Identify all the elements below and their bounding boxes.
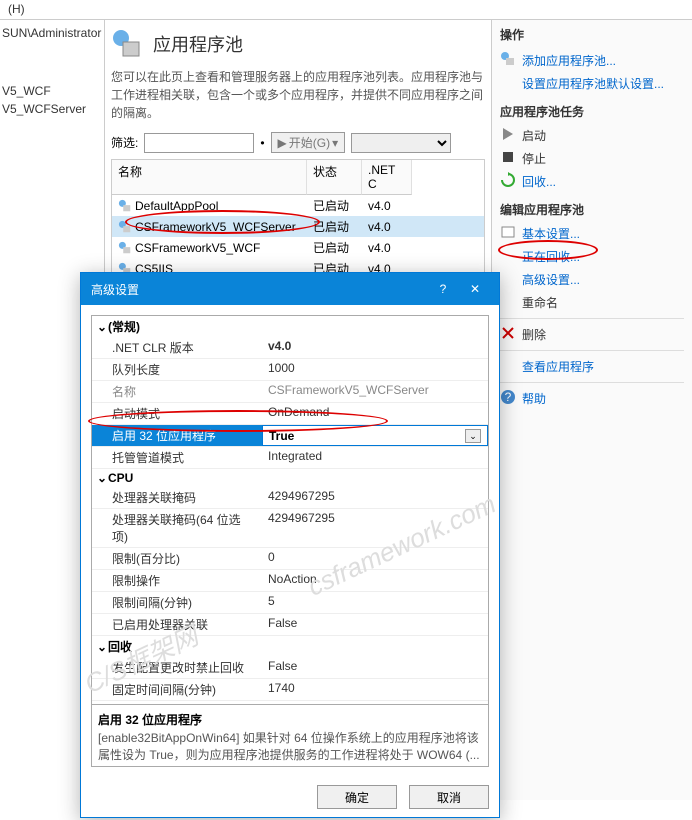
collapse-icon[interactable]: ⌄ [96,471,108,485]
table-row[interactable]: CSFrameworkV5_WCF 已启动 v4.0 [112,237,484,258]
category-cpu[interactable]: ⌄CPU [92,469,488,487]
tasks-heading: 应用程序池任务 [500,103,684,120]
grid-body: DefaultAppPool 已启动 v4.0 CSFrameworkV5_WC… [111,195,485,280]
prop-row[interactable]: 固定时间间隔(分钟)1740 [92,679,488,701]
col-state[interactable]: 状态 [307,160,362,195]
prop-row[interactable]: 启动模式OnDemand [92,403,488,425]
page-title: 应用程序池 [153,31,243,57]
center-header: 应用程序池 [111,28,485,60]
ok-button[interactable]: 确定 [317,785,397,809]
settings-icon [500,224,516,240]
dialog-body: ⌄(常规) .NET CLR 版本v4.0 队列长度1000 名称CSFrame… [81,305,499,777]
start-button[interactable]: ▶开始(G) ▾ [271,132,346,153]
help-link[interactable]: ?帮助 [500,387,684,410]
recycling-link[interactable]: 正在回收... [500,245,684,268]
group-select[interactable] [351,133,451,153]
dialog-title: 高级设置 [91,281,139,298]
actions-panel: 操作 添加应用程序池... 设置应用程序池默认设置... 应用程序池任务 启动 … [492,20,692,800]
prop-row[interactable]: 处理器关联掩码4294967295 [92,487,488,509]
page-description: 您可以在此页上查看和管理服务器上的应用程序池列表。应用程序池与工作进程相关联，包… [111,68,485,122]
delete-icon [500,325,516,341]
desc-title: 启用 32 位应用程序 [98,711,482,728]
help-button[interactable]: ? [429,279,457,299]
prop-row[interactable]: 名称CSFrameworkV5_WCFServer [92,381,488,403]
cancel-button[interactable]: 取消 [409,785,489,809]
recycle-link[interactable]: 回收... [500,170,684,193]
prop-row[interactable]: 限制间隔(分钟)5 [92,592,488,614]
help-icon: ? [500,389,516,405]
prop-row[interactable]: 托管管道模式Integrated [92,447,488,469]
pool-icon [118,241,132,255]
tree-item[interactable]: V5_WCFServer [2,100,102,118]
filter-input[interactable] [144,133,254,153]
filter-label: 筛选: [111,134,138,151]
prop-row-enable32[interactable]: 启用 32 位应用程序True⌄ [92,425,488,447]
pool-icon [118,220,132,234]
advanced-settings-link[interactable]: 高级设置... [500,268,684,291]
app-pool-icon [111,28,143,60]
dropdown-arrow-icon[interactable]: ⌄ [465,429,481,443]
dialog-titlebar[interactable]: 高级设置 ? ✕ [81,273,499,305]
category-recycle[interactable]: ⌄回收 [92,636,488,657]
view-apps-link[interactable]: 查看应用程序 [500,355,684,378]
prop-row[interactable]: 处理器关联掩码(64 位选项)4294967295 [92,509,488,548]
prop-row[interactable]: .NET CLR 版本v4.0 [92,337,488,359]
filter-row: 筛选: • ▶开始(G) ▾ [111,132,485,153]
tree-item[interactable]: V5_WCF [2,82,102,100]
defaults-link[interactable]: 设置应用程序池默认设置... [500,72,684,95]
dialog-buttons: 确定 取消 [81,777,499,817]
property-grid[interactable]: ⌄(常规) .NET CLR 版本v4.0 队列长度1000 名称CSFrame… [91,315,489,705]
start-link[interactable]: 启动 [500,124,684,147]
col-name[interactable]: 名称 [112,160,307,195]
stop-link[interactable]: 停止 [500,147,684,170]
desc-body: [enable32BitAppOnWin64] 如果针对 64 位操作系统上的应… [98,730,482,764]
prop-row[interactable]: 已启用处理器关联False [92,614,488,636]
table-row[interactable]: CSFrameworkV5_WCFServer 已启动 v4.0 [112,216,484,237]
actions-title: 操作 [500,26,684,43]
tree-item[interactable]: SUN\Administrator [2,24,102,42]
svg-text:?: ? [505,390,512,404]
col-net[interactable]: .NET C [362,160,412,195]
category-general[interactable]: ⌄(常规) [92,316,488,337]
pool-icon [118,199,132,213]
rename-link[interactable]: 重命名 [500,291,684,314]
property-description: 启用 32 位应用程序 [enable32BitAppOnWin64] 如果针对… [91,705,489,767]
menu-bar: (H) [0,0,692,20]
prop-row[interactable]: 队列长度1000 [92,359,488,381]
prop-row[interactable]: 限制(百分比)0 [92,548,488,570]
collapse-icon[interactable]: ⌄ [96,320,108,334]
recycle-icon [500,172,516,188]
stop-icon [500,149,516,165]
edit-heading: 编辑应用程序池 [500,201,684,218]
grid-header: 名称 状态 .NET C [111,159,485,195]
delete-link[interactable]: 删除 [500,323,684,346]
collapse-icon[interactable]: ⌄ [96,640,108,654]
table-row[interactable]: DefaultAppPool 已启动 v4.0 [112,195,484,216]
add-pool-link[interactable]: 添加应用程序池... [500,49,684,72]
close-button[interactable]: ✕ [461,279,489,299]
prop-row[interactable]: 发生配置更改时禁止回收False [92,657,488,679]
prop-row[interactable]: 限制操作NoAction [92,570,488,592]
play-icon [500,126,516,142]
basic-settings-link[interactable]: 基本设置... [500,222,684,245]
menu-help[interactable]: (H) [8,2,25,16]
advanced-settings-dialog: 高级设置 ? ✕ ⌄(常规) .NET CLR 版本v4.0 队列长度1000 … [80,272,500,818]
add-icon [500,51,516,67]
